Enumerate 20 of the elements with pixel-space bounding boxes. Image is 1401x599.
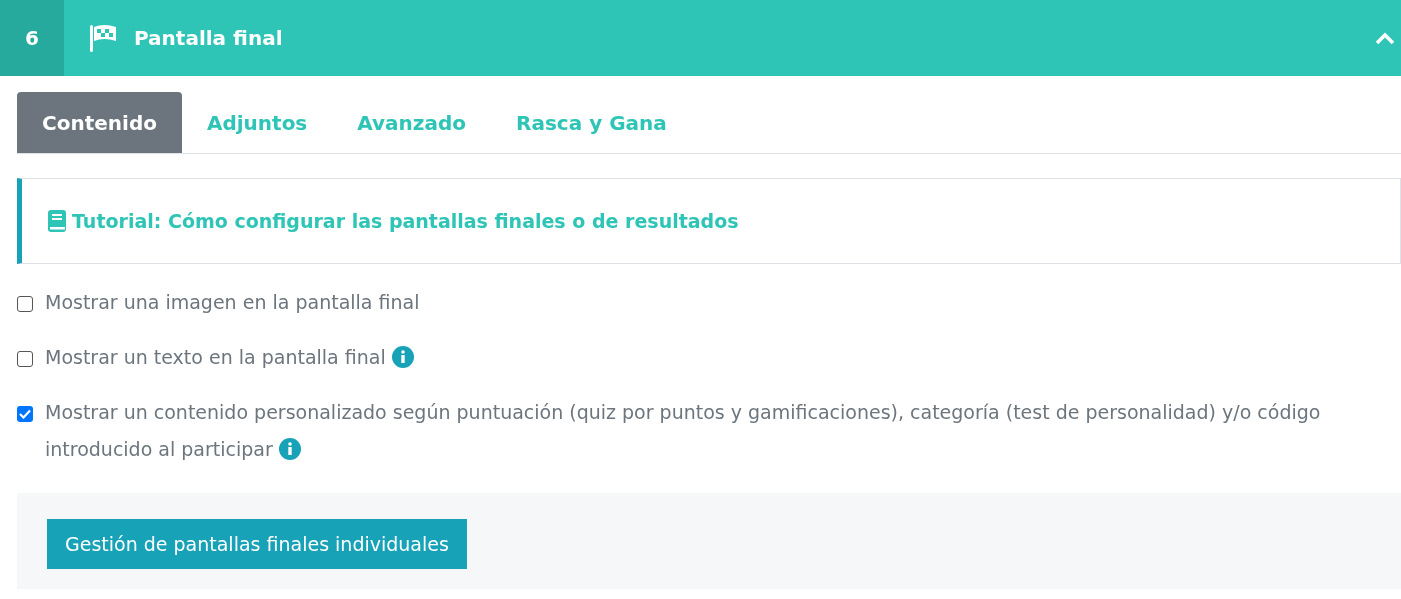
- tutorial-link[interactable]: Tutorial: Cómo configurar las pantallas finales o de resultados: [72, 210, 739, 232]
- tab[interactable]: Contenido: [17, 92, 182, 153]
- chevron-up-icon[interactable]: [1375, 31, 1395, 45]
- option-label[interactable]: Mostrar una imagen en la pantalla final: [45, 284, 420, 321]
- tab[interactable]: Avanzado: [332, 92, 491, 153]
- tab[interactable]: Adjuntos: [181, 92, 333, 153]
- checkbox[interactable]: [17, 351, 33, 367]
- section-header[interactable]: 6 Pantalla final: [0, 0, 1401, 76]
- manage-button[interactable]: Gestión de pantallas finales individuales: [47, 519, 467, 569]
- info-icon[interactable]: [278, 438, 301, 460]
- info-icon[interactable]: [391, 346, 414, 368]
- step-number: 6: [0, 0, 64, 76]
- section-title: Pantalla final: [134, 26, 284, 50]
- book-icon: [48, 210, 66, 232]
- checkered-flag-icon: [88, 23, 118, 53]
- checkbox[interactable]: [17, 296, 33, 312]
- checkbox[interactable]: [17, 406, 33, 422]
- option-label[interactable]: Mostrar un texto en la pantalla final: [45, 339, 414, 376]
- option-label[interactable]: Mostrar un contenido personalizado según puntuación (quiz por puntos y gamificaciones), categoría (test de personalidad) y/o código introducido al participar: [45, 394, 1401, 468]
- tab[interactable]: Rasca y Gana: [491, 92, 692, 153]
